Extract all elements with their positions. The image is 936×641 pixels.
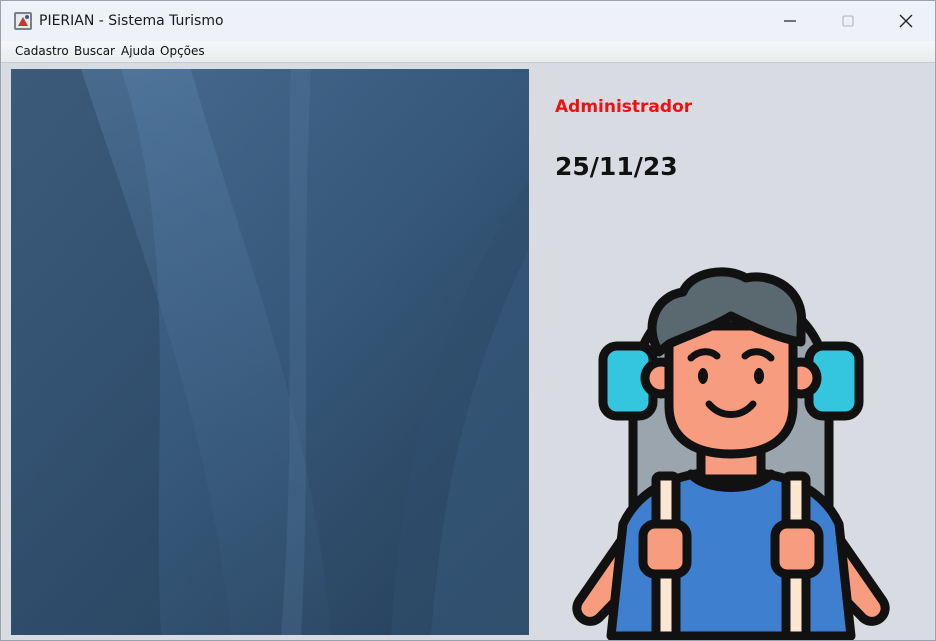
- menu-ajuda[interactable]: Ajuda: [121, 43, 155, 60]
- app-icon: [14, 12, 32, 30]
- menu-bar: Cadastro Buscar Ajuda Opções: [1, 41, 935, 63]
- background-image-panel: [11, 69, 529, 635]
- user-role-label: Administrador: [555, 97, 693, 117]
- window-title: PIERIAN - Sistema Turismo: [39, 13, 224, 29]
- title-bar[interactable]: PIERIAN - Sistema Turismo: [1, 1, 935, 41]
- backpacker-illustration: [572, 267, 890, 640]
- menu-opcoes[interactable]: Opções: [160, 43, 205, 60]
- app-window: PIERIAN - Sistema Turismo Cadastro Busca…: [0, 0, 936, 641]
- abstract-background: [11, 69, 529, 635]
- close-button[interactable]: [877, 1, 935, 41]
- minimize-button[interactable]: [761, 1, 819, 41]
- date-label: 25/11/23: [555, 152, 678, 181]
- maximize-button[interactable]: [819, 1, 877, 41]
- menu-buscar[interactable]: Buscar: [74, 43, 115, 60]
- maximize-icon: [842, 15, 854, 27]
- minimize-icon: [784, 20, 796, 22]
- close-icon: [899, 14, 913, 28]
- menu-cadastro[interactable]: Cadastro: [15, 43, 69, 60]
